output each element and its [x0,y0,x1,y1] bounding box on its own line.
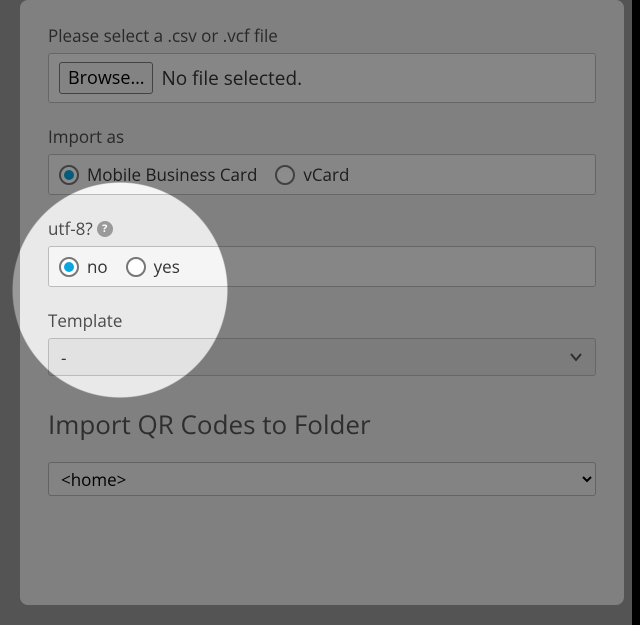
file-select-label: Please select a .csv or .vcf file [48,24,596,47]
template-label: Template [48,309,596,332]
import-form-panel: Please select a .csv or .vcf file Browse… [20,0,624,605]
radio-label: Mobile Business Card [87,163,257,186]
radio-selected-icon [59,165,79,185]
import-as-group: Mobile Business Card vCard [48,154,596,195]
utf8-label-text: utf-8? [48,217,93,240]
radio-label: no [87,255,108,278]
right-edge-stripe [632,0,640,625]
radio-selected-icon [59,257,79,277]
help-icon[interactable]: ? [97,221,113,237]
template-selected-value: - [61,346,66,369]
import-as-label: Import as [48,125,596,148]
import-as-option-vcard[interactable]: vCard [275,163,349,186]
import-as-option-mobile-business-card[interactable]: Mobile Business Card [59,163,257,186]
browse-button[interactable]: Browse… [59,62,153,94]
utf8-label: utf-8? ? [48,217,596,240]
radio-label: vCard [303,163,349,186]
utf8-group: no yes [48,246,596,287]
folder-select[interactable]: <home> [48,462,596,496]
folder-heading: Import QR Codes to Folder [48,406,596,442]
utf8-option-no[interactable]: no [59,255,108,278]
file-status-text: No file selected. [161,65,302,91]
chevron-down-icon [569,350,583,364]
radio-unselected-icon [275,165,295,185]
radio-unselected-icon [126,257,146,277]
template-select[interactable]: - [48,338,596,376]
utf8-option-yes[interactable]: yes [126,255,180,278]
file-input-group: Browse… No file selected. [48,53,596,103]
radio-label: yes [154,255,180,278]
